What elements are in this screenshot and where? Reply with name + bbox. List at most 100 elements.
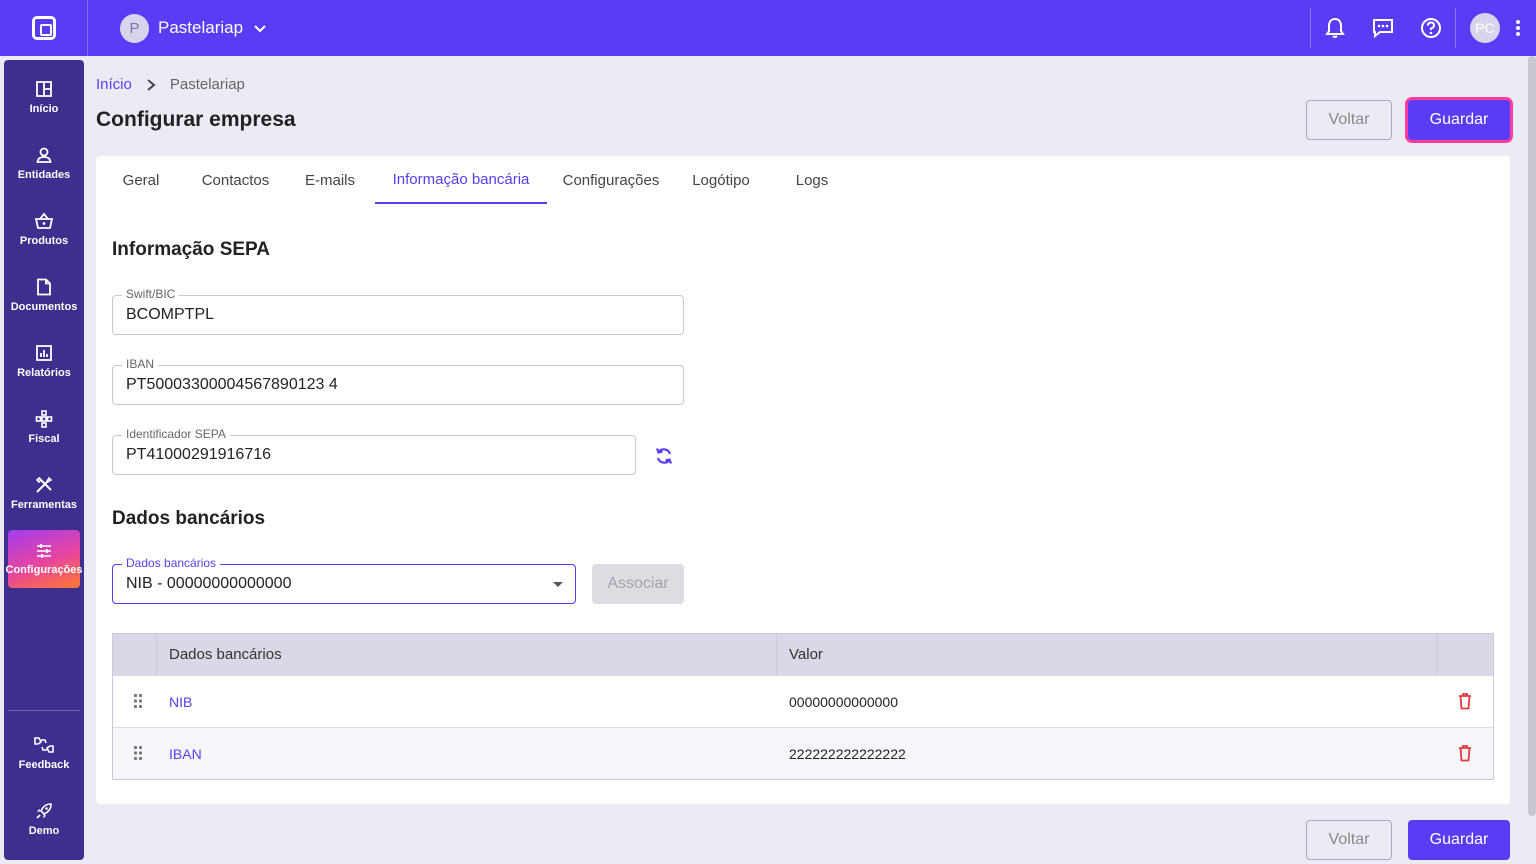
document-icon (37, 278, 51, 295)
sidebar-item-label: Início (29, 102, 59, 115)
sidebar-item-label: Produtos (19, 234, 69, 247)
user-avatar[interactable]: PC (1470, 13, 1500, 43)
refresh-icon (655, 448, 673, 464)
notifications-button[interactable] (1311, 0, 1359, 56)
column-divider (156, 634, 157, 675)
sidebar-item-demo[interactable]: Demo (8, 790, 80, 848)
column-divider (1437, 634, 1438, 675)
sidebar-item-label: Feedback (18, 758, 70, 771)
bank-data-table: Dados bancários Valor NIB 00000000000000… (112, 633, 1494, 780)
tab-configuracoes[interactable]: Configurações (557, 156, 665, 204)
bank-data-select-value: NIB - 00000000000000 (126, 575, 292, 592)
breadcrumb-home-link[interactable]: Início (96, 76, 132, 93)
regenerate-sepa-button[interactable] (652, 444, 676, 468)
breadcrumb: Início Pastelariap (96, 76, 245, 93)
settings-card: Geral Contactos E-mails Informação bancá… (96, 156, 1510, 804)
swift-bic-label: Swift/BIC (122, 287, 180, 301)
dropdown-caret-icon (553, 582, 563, 587)
sidebar-item-label: Entidades (17, 168, 71, 181)
bell-icon (1325, 17, 1345, 38)
sidebar-item-documentos[interactable]: Documentos (8, 266, 80, 324)
sidebar-divider (8, 710, 80, 711)
bank-data-value: 222222222222222 (789, 746, 906, 762)
chevron-right-icon (147, 78, 156, 91)
drag-handle-icon[interactable] (133, 693, 143, 709)
iban-label: IBAN (122, 357, 159, 371)
sidebar-item-feedback[interactable]: Feedback (8, 724, 80, 782)
sidebar-item-produtos[interactable]: Produtos (8, 200, 80, 258)
bank-data-select[interactable]: Dados bancários NIB - 00000000000000 (112, 556, 576, 604)
tab-informacao-bancaria[interactable]: Informação bancária (375, 156, 547, 204)
back-button-bottom[interactable]: Voltar (1306, 820, 1392, 860)
app-logo[interactable] (0, 0, 88, 56)
sepa-identifier-label: Identificador SEPA (122, 427, 230, 441)
company-switcher[interactable]: P Pastelariap (120, 13, 267, 43)
column-header-value: Valor (789, 646, 823, 663)
chat-icon (1373, 19, 1393, 38)
breadcrumb-current: Pastelariap (169, 76, 245, 93)
sidebar-item-label: Relatórios (17, 366, 71, 379)
iban-field[interactable]: IBAN PT50003300004567890123 4 (112, 357, 684, 405)
page-title: Configurar empresa (96, 108, 296, 131)
sidebar-item-configuracoes[interactable]: Configurações (5, 530, 83, 588)
chevron-down-icon (254, 25, 266, 33)
bank-data-key-link[interactable]: NIB (169, 694, 192, 710)
sepa-identifier-field[interactable]: Identificador SEPA PT41000291916716 (112, 427, 636, 475)
more-menu-button[interactable] (1500, 19, 1536, 37)
page-scrollbar[interactable] (1528, 56, 1536, 816)
bank-section-title: Dados bancários (112, 508, 266, 529)
table-row: IBAN 222222222222222 (113, 727, 1493, 779)
feedback-icon (34, 736, 54, 753)
table-row: NIB 00000000000000 (113, 675, 1493, 727)
tools-icon (35, 476, 53, 493)
bank-data-key-link[interactable]: IBAN (169, 746, 202, 762)
associate-button[interactable]: Associar (592, 564, 684, 604)
company-name: Pastelariap (158, 18, 244, 37)
sepa-identifier-value: PT41000291916716 (126, 446, 272, 463)
logo-icon (31, 16, 56, 40)
column-divider (776, 634, 777, 675)
help-icon (1421, 18, 1441, 38)
swift-bic-value: BCOMPTPL (126, 306, 215, 323)
sidebar-item-label: Ferramentas (10, 498, 78, 511)
topbar-divider (1455, 8, 1456, 48)
save-button-bottom[interactable]: Guardar (1408, 820, 1510, 860)
save-button[interactable]: Guardar (1408, 100, 1510, 140)
sidebar-item-label: Demo (28, 824, 60, 837)
sidebar-item-label: Configurações (5, 563, 83, 576)
dashboard-icon (36, 80, 52, 97)
sliders-icon (37, 543, 51, 558)
bank-data-select-label: Dados bancários (122, 556, 221, 570)
drag-handle-icon[interactable] (133, 745, 143, 761)
trash-icon[interactable] (1457, 692, 1473, 710)
company-avatar: P (120, 13, 149, 43)
tab-contactos[interactable]: Contactos (192, 156, 279, 204)
sidebar: Início Entidades Produtos Documentos Rel… (4, 60, 84, 860)
top-bar: P Pastelariap PC (0, 0, 1536, 56)
tab-logotipo[interactable]: Logótipo (681, 156, 761, 204)
sidebar-item-inicio[interactable]: Início (8, 68, 80, 126)
person-icon (36, 147, 52, 163)
iban-value: PT50003300004567890123 4 (126, 376, 338, 393)
back-button[interactable]: Voltar (1306, 100, 1392, 140)
sidebar-item-relatorios[interactable]: Relatórios (8, 332, 80, 390)
tab-geral[interactable]: Geral (108, 156, 174, 204)
tab-emails[interactable]: E-mails (296, 156, 364, 204)
column-header-bank-data: Dados bancários (169, 646, 282, 663)
rocket-icon (36, 802, 52, 819)
chart-icon (36, 344, 52, 361)
swift-bic-field[interactable]: Swift/BIC BCOMPTPL (112, 287, 684, 335)
bank-data-value: 00000000000000 (789, 694, 899, 710)
trash-icon[interactable] (1457, 744, 1473, 762)
tab-bar: Geral Contactos E-mails Informação bancá… (96, 156, 1510, 204)
help-button[interactable] (1407, 0, 1455, 56)
table-header: Dados bancários Valor (113, 634, 1493, 675)
tab-logs[interactable]: Logs (786, 156, 838, 204)
sidebar-item-fiscal[interactable]: Fiscal (8, 398, 80, 456)
sidebar-item-ferramentas[interactable]: Ferramentas (8, 464, 80, 522)
fiscal-icon (35, 409, 53, 428)
more-vert-icon (1516, 20, 1520, 36)
sidebar-item-label: Documentos (10, 300, 78, 313)
sidebar-item-entidades[interactable]: Entidades (8, 134, 80, 192)
messages-button[interactable] (1359, 0, 1407, 56)
